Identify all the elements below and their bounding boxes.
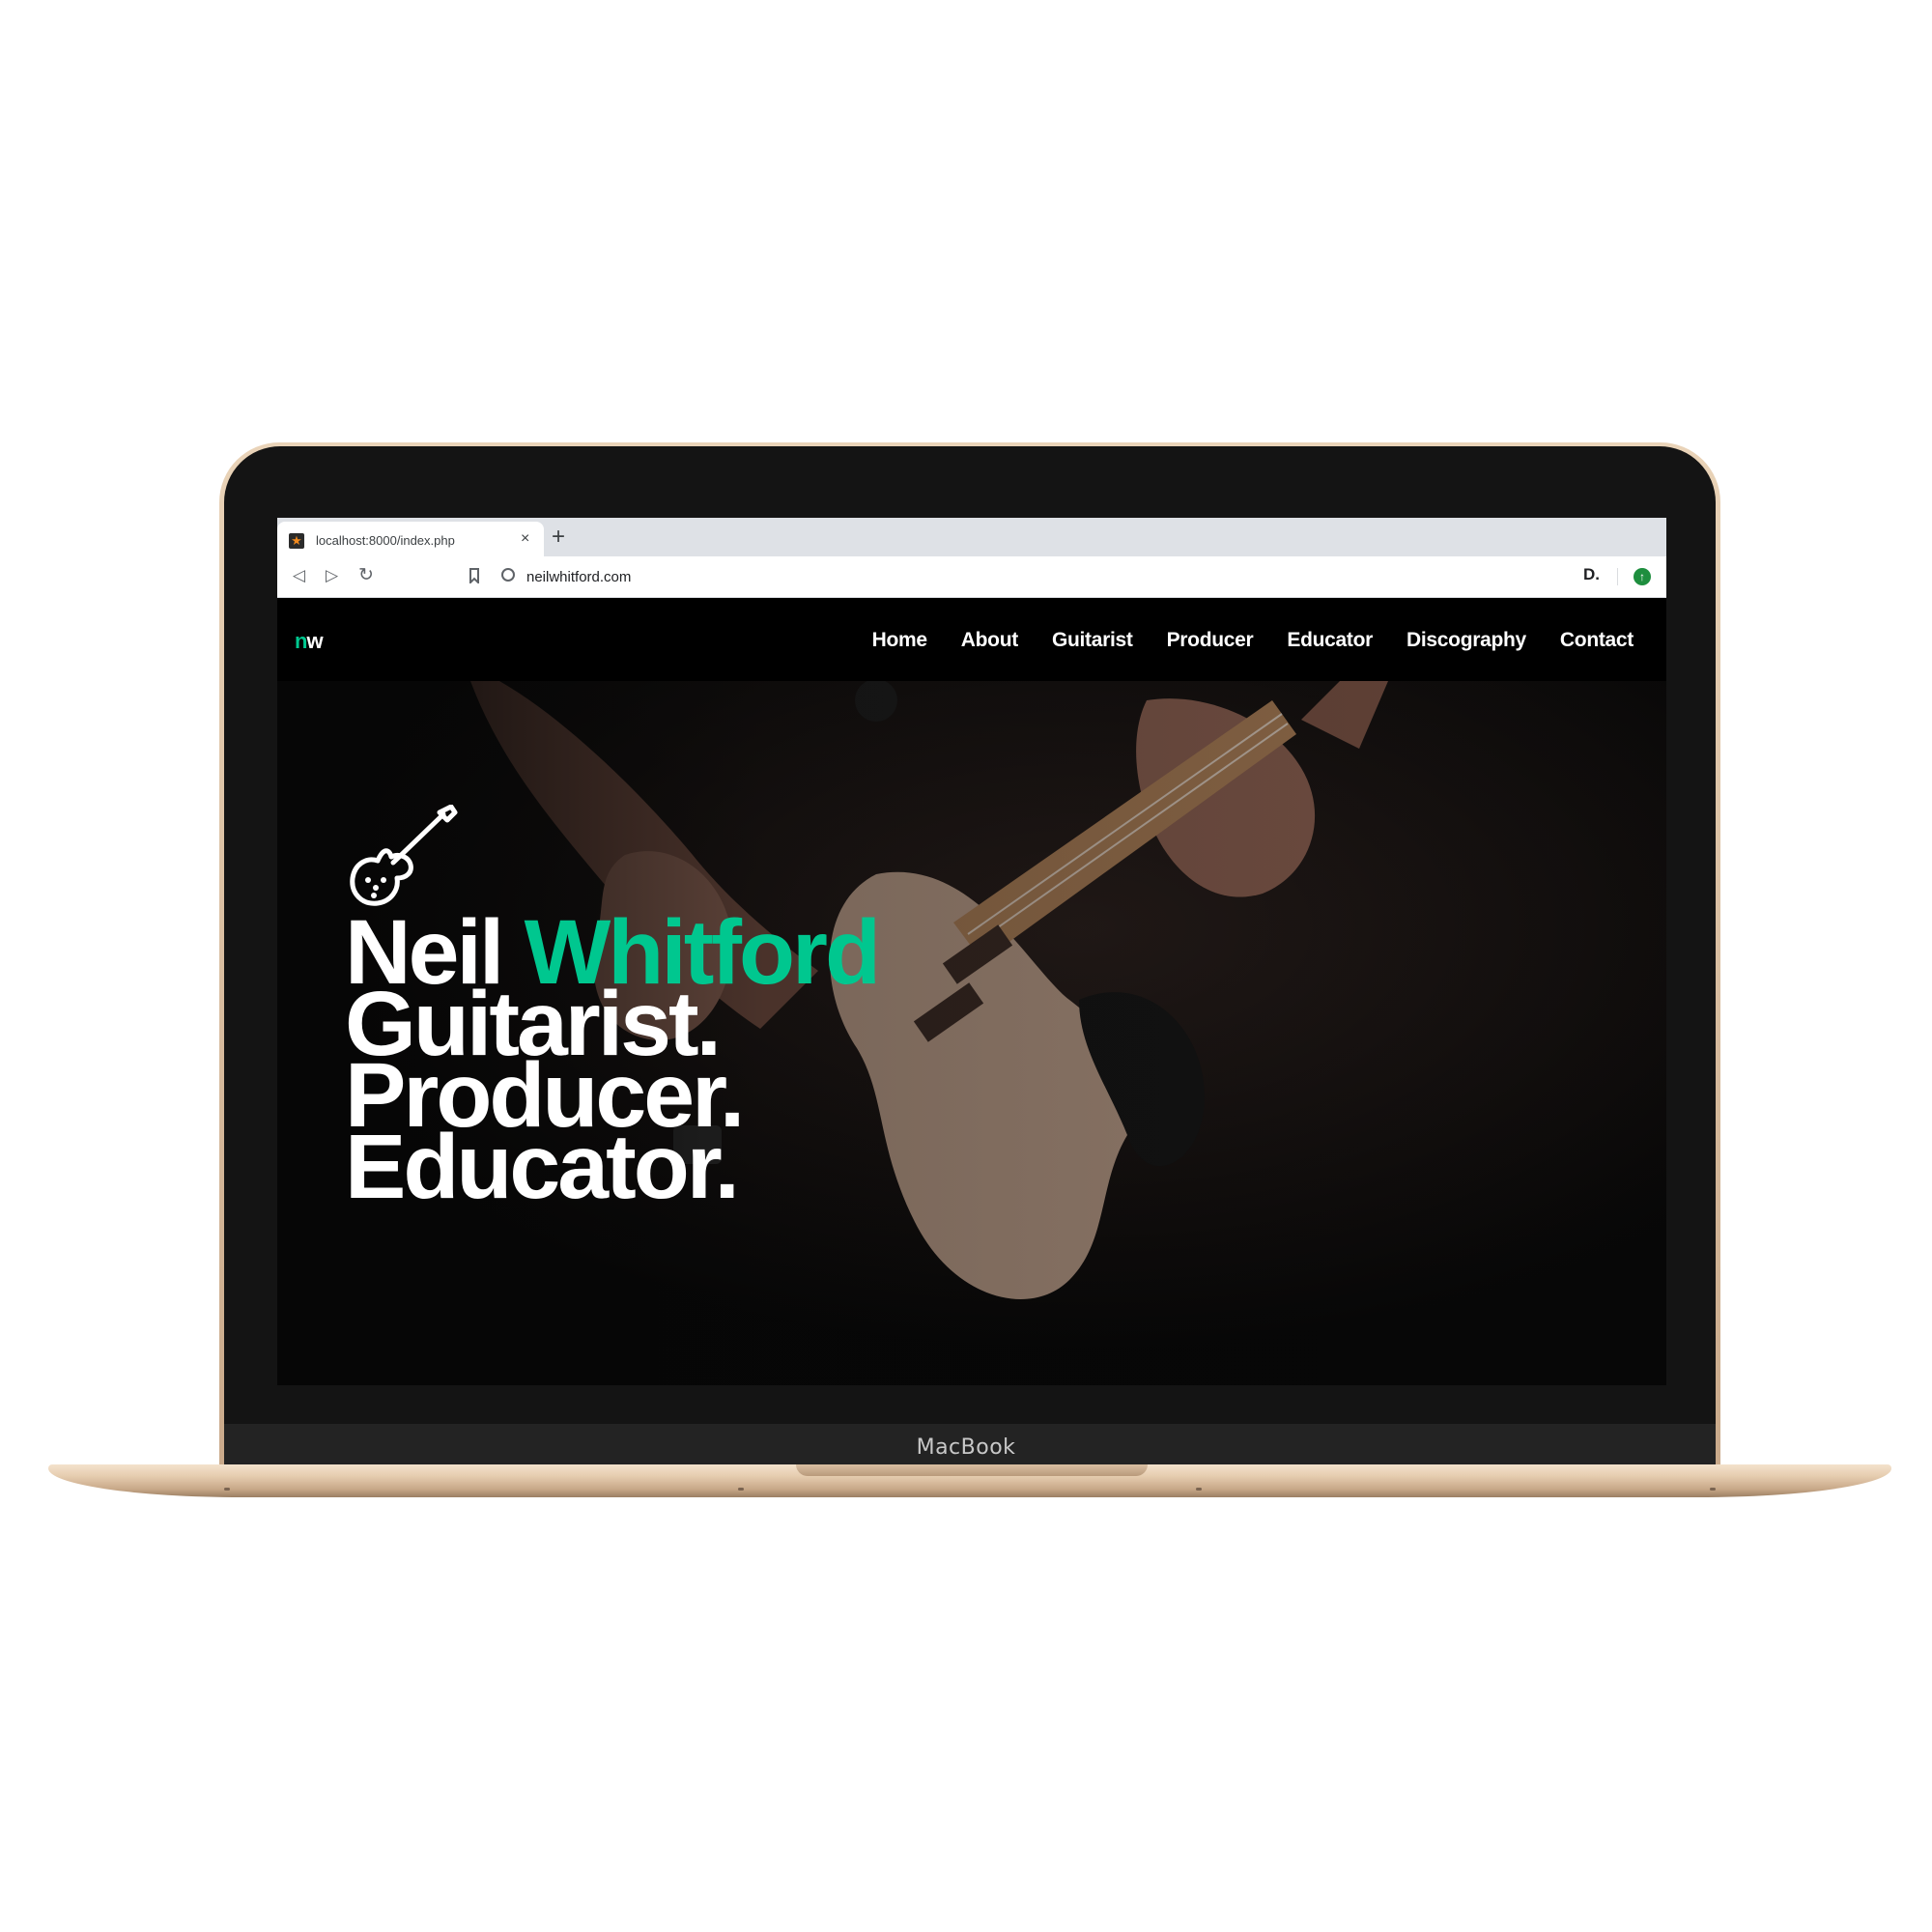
site-logo[interactable]: nw xyxy=(295,629,324,654)
base-foot xyxy=(224,1488,230,1491)
forward-icon[interactable]: ▷ xyxy=(326,566,338,585)
bookmark-icon[interactable] xyxy=(469,568,480,583)
address-bar[interactable]: neilwhitford.com xyxy=(496,562,1469,591)
extension-d-icon[interactable]: D. xyxy=(1583,565,1600,584)
reload-icon[interactable]: ↻ xyxy=(358,564,374,586)
browser-tab[interactable]: ★ localhost:8000/index.php × xyxy=(277,522,544,556)
nav-home[interactable]: Home xyxy=(872,629,927,652)
browser-tabbar: ★ localhost:8000/index.php × + xyxy=(277,518,1666,556)
url-text[interactable]: neilwhitford.com xyxy=(526,569,631,585)
logo-letter-w: w xyxy=(306,629,323,653)
guitar-icon xyxy=(350,805,458,906)
main-menu: Home About Guitarist Producer Educator D… xyxy=(872,629,1634,652)
browser-toolbar: ◁ ▷ ↻ neilwhitford.com D. ↑ xyxy=(277,556,1666,598)
device-label: MacBook xyxy=(916,1435,1016,1460)
new-tab-icon[interactable]: + xyxy=(552,524,565,551)
base-foot xyxy=(1710,1488,1716,1491)
toolbar-separator xyxy=(1617,568,1618,585)
screen: ★ localhost:8000/index.php × + ◁ ▷ ↻ nei… xyxy=(277,518,1666,1385)
hero-section: Neil Whitford Guitarist. Producer. Educa… xyxy=(277,681,1666,1385)
hero-headline: Neil Whitford Guitarist. Producer. Educa… xyxy=(345,907,881,1218)
hero-role-educator: Educator. xyxy=(345,1116,740,1218)
close-tab-icon[interactable]: × xyxy=(521,530,529,548)
website: nw Home About Guitarist Producer Educato… xyxy=(277,598,1666,1385)
nav-about[interactable]: About xyxy=(961,629,1018,652)
site-navbar: nw Home About Guitarist Producer Educato… xyxy=(277,598,1666,681)
extension-green-icon[interactable]: ↑ xyxy=(1634,568,1651,585)
nav-producer[interactable]: Producer xyxy=(1167,629,1254,652)
nav-educator[interactable]: Educator xyxy=(1287,629,1373,652)
tab-title: localhost:8000/index.php xyxy=(316,533,455,548)
logo-letter-n: n xyxy=(295,629,307,653)
nav-discography[interactable]: Discography xyxy=(1406,629,1526,652)
back-icon[interactable]: ◁ xyxy=(293,566,305,585)
nav-contact[interactable]: Contact xyxy=(1560,629,1634,652)
favicon-icon: ★ xyxy=(289,533,304,549)
laptop-notch xyxy=(796,1464,1148,1476)
base-foot xyxy=(1196,1488,1202,1491)
base-foot xyxy=(738,1488,744,1491)
site-info-icon[interactable] xyxy=(501,568,515,582)
nav-guitarist[interactable]: Guitarist xyxy=(1052,629,1133,652)
